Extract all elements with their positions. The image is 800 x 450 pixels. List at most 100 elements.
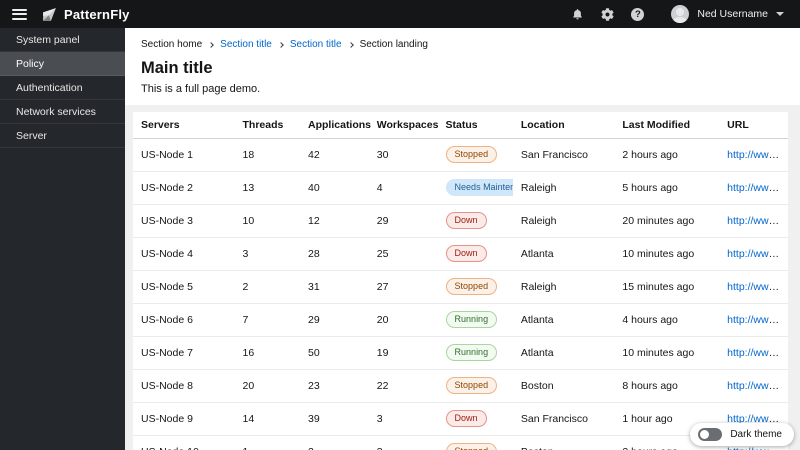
page-title: Main title (141, 59, 213, 77)
url-link[interactable]: http://www.red... (727, 182, 788, 194)
cell-applications: 28 (300, 237, 369, 271)
status-badge: Stopped (445, 442, 498, 450)
cell-last_modified: 5 hours ago (614, 171, 720, 205)
nav-toggle-hamburger-icon[interactable] (12, 8, 27, 20)
breadcrumb: Section home Section title Section title Se… (141, 39, 784, 50)
cell-applications: 12 (300, 204, 369, 238)
chevron-down-icon (776, 12, 784, 16)
cell-url: http://www.red... (719, 237, 788, 271)
user-menu[interactable]: Ned Username (671, 5, 788, 23)
dark-theme-label: Dark theme (730, 429, 782, 440)
cell-threads: 14 (234, 402, 301, 436)
cell-location: San Francisco (512, 402, 615, 436)
sidebar-item-server[interactable]: Server (0, 124, 125, 148)
cell-status: Running (437, 303, 513, 337)
help-question-circle-icon[interactable]: ? (631, 7, 645, 21)
toggle-knob (700, 430, 710, 439)
status-badge: Running (445, 343, 498, 362)
url-link[interactable]: http://www.red... (727, 215, 788, 227)
brand[interactable]: PatternFly (41, 6, 130, 23)
cell-server: US-Node 6 (133, 303, 235, 337)
masthead: PatternFly ? Ned Username (0, 0, 800, 28)
status-badge: Running (445, 310, 498, 329)
cell-location: Atlanta (512, 237, 615, 271)
url-link[interactable]: http://www.red... (727, 380, 788, 392)
cell-status: Down (437, 402, 513, 436)
cell-location: Boston (512, 369, 615, 403)
cell-threads: 10 (234, 204, 301, 238)
status-badge: Stopped (445, 376, 498, 395)
notifications-bell-icon[interactable] (571, 8, 584, 21)
status-badge: Stopped (445, 277, 498, 296)
table-row: US-Node 7 16 50 19 Running Atlanta 10 minutes … (133, 336, 788, 370)
cell-location: Boston (512, 435, 615, 450)
cell-location: San Francisco (512, 138, 615, 172)
cell-threads: 1 (234, 435, 301, 450)
cell-workspaces: 3 (368, 402, 438, 436)
breadcrumb-separator-icon (347, 42, 354, 48)
cell-workspaces: 30 (368, 138, 438, 172)
cell-server: US-Node 3 (133, 204, 235, 238)
content-header: Section home Section title Section title Se… (125, 28, 800, 105)
table-row: US-Node 5 2 31 27 Stopped Raleigh 15 minutes a… (133, 270, 788, 304)
cell-workspaces: 25 (368, 237, 438, 271)
sidebar-item-system-panel[interactable]: System panel (0, 28, 125, 52)
cell-server: US-Node 7 (133, 336, 235, 370)
url-link[interactable]: http://www.red... (727, 446, 788, 450)
cell-location: Raleigh (512, 171, 615, 205)
cell-workspaces: 4 (368, 171, 438, 205)
cell-threads: 7 (234, 303, 301, 337)
breadcrumb-item[interactable]: Section title (290, 39, 342, 50)
column-header-applications: Applications (300, 112, 371, 139)
table-row: US-Node 6 7 29 20 Running Atlanta 4 hours ago h… (133, 303, 788, 337)
cell-status: Stopped (437, 138, 513, 172)
column-header-servers: Servers (133, 112, 235, 139)
cell-status: Down (437, 237, 513, 271)
status-badge: Down (445, 409, 487, 428)
cell-applications: 50 (300, 336, 369, 370)
cell-url: http://www.red... (719, 204, 788, 238)
breadcrumb-separator-icon (208, 42, 214, 48)
breadcrumb-item[interactable]: Section title (220, 39, 272, 50)
cell-threads: 20 (234, 369, 301, 403)
cell-threads: 16 (234, 336, 301, 370)
cell-location: Raleigh (512, 204, 615, 238)
cell-applications: 42 (300, 138, 369, 172)
cell-last_modified: 4 hours ago (614, 303, 720, 337)
url-link[interactable]: http://www.red... (727, 281, 788, 293)
cell-last_modified: 10 minutes ago (614, 237, 720, 271)
url-link[interactable]: http://www.red... (727, 149, 788, 161)
table-row: US-Node 3 10 12 29 Down Raleigh 20 minutes ago… (133, 204, 788, 238)
cell-server: US-Node 4 (133, 237, 235, 271)
cell-threads: 3 (234, 237, 301, 271)
sidebar-item-authentication[interactable]: Authentication (0, 76, 125, 100)
servers-table: Servers Threads Applications Workspaces Stat… (133, 112, 788, 450)
column-header-location: Location (512, 112, 615, 139)
user-name: Ned Username (697, 8, 768, 20)
cell-status: Running (437, 336, 513, 370)
page-subtitle: This is a full page demo. (141, 83, 261, 95)
cell-status: Needs Maintenance (437, 171, 513, 205)
dark-theme-toggle[interactable] (698, 428, 723, 441)
table-header-row: Servers Threads Applications Workspaces Stat… (133, 112, 788, 139)
main-content: Section home Section title Section title Se… (125, 28, 800, 450)
settings-gear-icon[interactable] (601, 7, 614, 21)
cell-url: http://www.red... (719, 369, 788, 403)
url-link[interactable]: http://www.red... (727, 248, 788, 260)
dark-theme-pill: Dark theme (690, 423, 794, 446)
column-header-status: Status (437, 112, 513, 139)
breadcrumb-item: Section landing (359, 39, 428, 50)
column-header-last-modified: Last Modified (614, 112, 720, 139)
cell-url: http://www.red... (719, 270, 788, 304)
cell-workspaces: 22 (368, 369, 438, 403)
table-row: US-Node 1 18 42 30 Stopped San Francisco 2 hou… (133, 138, 788, 172)
cell-workspaces: 29 (368, 204, 438, 238)
table-row: US-Node 4 3 28 25 Down Atlanta 10 minutes ago h… (133, 237, 788, 271)
url-link[interactable]: http://www.red... (727, 347, 788, 359)
sidebar-item-network-services[interactable]: Network services (0, 100, 125, 124)
sidebar: System panel Policy Authentication Network … (0, 28, 125, 450)
cell-server: US-Node 9 (133, 402, 235, 436)
url-link[interactable]: http://www.red... (727, 314, 788, 326)
sidebar-item-policy[interactable]: Policy (0, 52, 125, 76)
cell-url: http://www.red... (719, 336, 788, 370)
